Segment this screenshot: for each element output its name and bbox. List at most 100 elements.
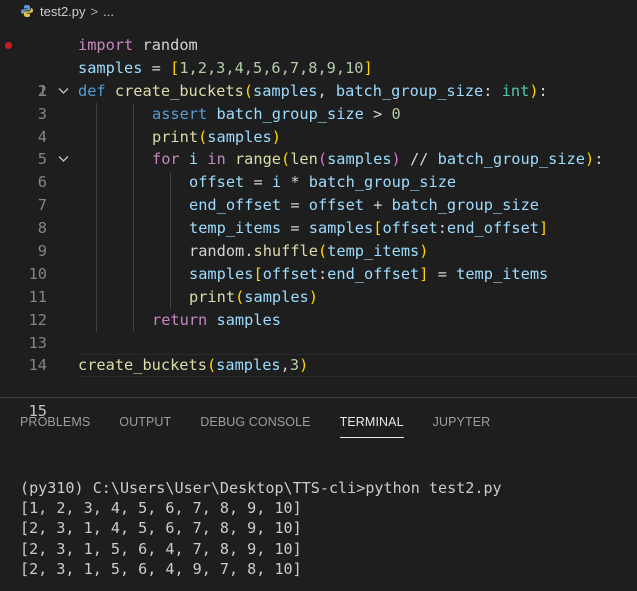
code-token: ) <box>308 287 318 306</box>
code-token: ( <box>206 356 217 375</box>
code-line[interactable]: 13 return samples <box>0 309 637 352</box>
code-token: samples <box>308 219 374 238</box>
code-token: assert <box>152 104 208 123</box>
code-token: samples <box>327 150 392 169</box>
code-token: offset <box>382 219 438 238</box>
code-token: 0 <box>391 104 401 123</box>
code-token: range <box>234 150 281 169</box>
breakpoint-icon[interactable] <box>5 42 12 49</box>
code-token: = <box>244 173 272 192</box>
code-line-current[interactable]: 15 create_buckets(samples,3) <box>0 354 637 420</box>
breadcrumb-file[interactable]: test2.py <box>40 4 86 19</box>
code-token: = <box>281 219 309 238</box>
code-editor[interactable]: 1 import random 2 samples = [1,2,3,4,5,6… <box>0 34 637 420</box>
code-token: [ <box>170 58 180 77</box>
code-line[interactable]: 2 samples = [1,2,3,4,5,6,7,8,9,10] <box>0 57 637 100</box>
code-token: 3 <box>289 356 300 375</box>
terminal-line: [1, 2, 3, 4, 5, 6, 7, 8, 9, 10] <box>20 499 302 518</box>
code-token: = <box>281 196 309 215</box>
code-line[interactable]: 1 import random <box>0 34 637 100</box>
code-token: ) <box>529 81 539 100</box>
code-line[interactable]: 4 assert batch_group_size > 0 <box>0 103 637 146</box>
code-token: samples <box>189 264 254 283</box>
code-token: temp_items <box>327 242 420 261</box>
code-token: batch_group_size <box>308 173 457 192</box>
code-token: create_buckets <box>78 356 207 375</box>
tab-debug-console[interactable]: DEBUG CONSOLE <box>200 408 310 438</box>
terminal-line: (py310) C:\Users\User\Desktop\TTS-cli>py… <box>20 479 502 497</box>
code-token: ) <box>419 242 429 261</box>
code-line[interactable]: 7 offset = i * batch_group_size <box>0 171 637 214</box>
code-token: ( <box>317 150 328 169</box>
code-token: : <box>483 81 502 100</box>
code-token: , <box>280 356 290 375</box>
code-line[interactable]: 5 print(samples) <box>0 126 637 169</box>
code-token: ) <box>299 356 309 375</box>
terminal-line: [2, 3, 1, 5, 6, 4, 9, 7, 8, 10] <box>20 559 302 578</box>
code-line[interactable]: 8 end_offset = offset + batch_group_size <box>0 194 637 237</box>
code-token: end_offset <box>446 219 540 238</box>
code-token: ( <box>281 150 291 169</box>
code-token: print <box>189 287 236 306</box>
terminal-output[interactable]: (py310) C:\Users\User\Desktop\TTS-cli>py… <box>20 478 502 579</box>
code-token: [ <box>253 264 263 283</box>
code-token: def <box>78 81 106 100</box>
code-token: > <box>363 104 392 123</box>
code-token: end_offset <box>327 264 420 283</box>
code-token: temp_items <box>456 264 549 283</box>
tab-problems[interactable]: PROBLEMS <box>20 408 90 438</box>
code-token: ] <box>419 264 429 283</box>
tab-jupyter[interactable]: JUPYTER <box>433 408 491 438</box>
code-token: = <box>142 58 171 77</box>
code-line[interactable]: 6 for i in range(len(samples) // batch_g… <box>0 148 637 191</box>
chevron-down-icon[interactable] <box>58 80 70 95</box>
code-token: end_offset <box>189 196 282 215</box>
code-token: = <box>428 264 457 283</box>
code-token: samples <box>216 310 281 329</box>
code-line[interactable]: 9 temp_items = samples[offset:end_offset… <box>0 217 637 260</box>
code-token: batch_group_size <box>391 196 540 215</box>
code-token: : <box>317 264 328 283</box>
breadcrumb: test2.py > ... <box>0 0 637 22</box>
code-token: batch_group_size <box>437 150 585 169</box>
code-token: temp_items <box>189 219 282 238</box>
code-token: samples <box>207 127 272 146</box>
chevron-down-icon[interactable] <box>58 148 70 163</box>
code-token: + <box>364 196 392 215</box>
code-token: random <box>142 36 198 54</box>
code-token: ( <box>317 242 328 261</box>
code-token: shuffle <box>253 242 318 261</box>
code-token: for <box>152 150 180 169</box>
code-token: samples <box>216 356 281 375</box>
panel-tabs: PROBLEMS OUTPUT DEBUG CONSOLE TERMINAL J… <box>0 408 499 438</box>
code-token: // <box>400 150 438 169</box>
panel-divider[interactable] <box>0 397 637 398</box>
code-token: i <box>188 150 199 169</box>
code-token: ] <box>539 219 549 238</box>
code-token: ( <box>243 81 254 100</box>
terminal-line: [2, 3, 1, 4, 5, 6, 7, 8, 9, 10] <box>20 519 302 538</box>
code-token: offset <box>189 173 245 192</box>
code-line[interactable]: 3 def create_buckets(samples, batch_grou… <box>0 80 637 123</box>
code-token: : <box>437 219 447 238</box>
code-line[interactable]: 12 print(samples) <box>0 286 637 329</box>
code-line[interactable]: 10 random.shuffle(temp_items) <box>0 240 637 283</box>
code-token: i <box>271 173 282 192</box>
code-token: print <box>152 127 199 146</box>
code-token: batch_group_size <box>216 104 364 123</box>
code-token: : <box>538 81 548 100</box>
code-token: samples <box>253 81 318 100</box>
tab-output[interactable]: OUTPUT <box>119 408 171 438</box>
tab-terminal[interactable]: TERMINAL <box>339 408 404 438</box>
terminal-line: [2, 3, 1, 5, 6, 4, 7, 8, 9, 10] <box>20 539 302 558</box>
code-token: : <box>594 150 604 169</box>
breadcrumb-symbols[interactable]: ... <box>103 4 114 19</box>
code-token: ) <box>391 150 401 169</box>
code-token: import <box>78 36 134 54</box>
code-token: samples <box>244 287 309 306</box>
code-line[interactable]: 14 <box>0 332 637 374</box>
code-token: 1,2,3,4,5,6,7,8,9,10 <box>179 58 364 77</box>
code-token: ( <box>198 127 208 146</box>
code-line[interactable]: 11 samples[offset:end_offset] = temp_ite… <box>0 263 637 306</box>
code-token: batch_group_size <box>335 81 484 100</box>
